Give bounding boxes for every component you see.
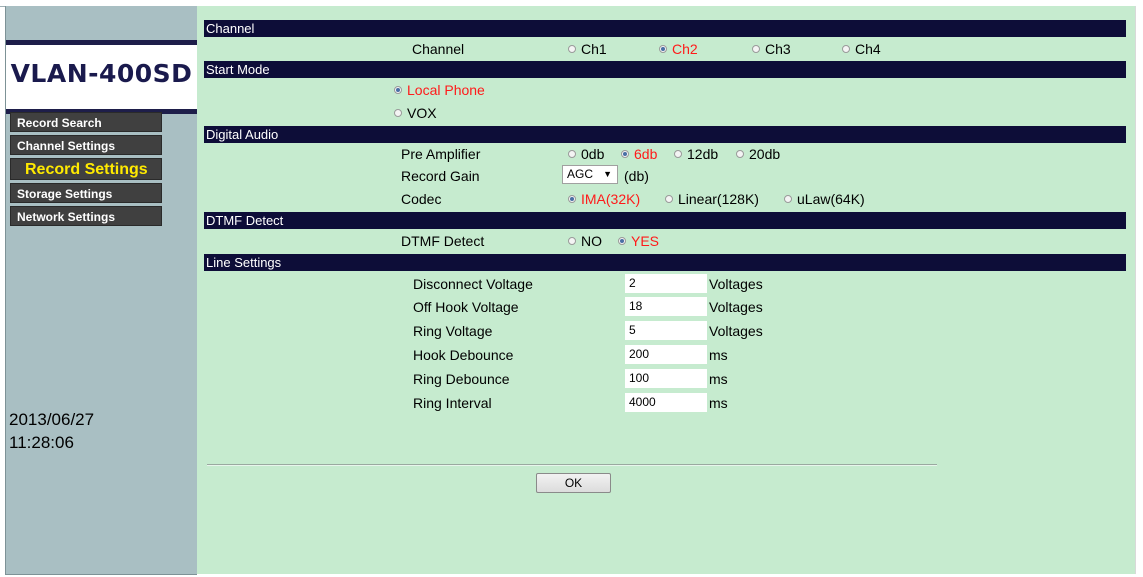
radio-20db[interactable]: 20db: [736, 146, 780, 162]
radio-icon: [568, 45, 576, 53]
radio-icon: [736, 150, 744, 158]
radio-ch1[interactable]: Ch1: [568, 41, 607, 57]
ring-debounce-unit: ms: [709, 371, 728, 387]
radio-icon: [784, 195, 792, 203]
radio-icon: [568, 237, 576, 245]
nav-network-settings[interactable]: Network Settings: [10, 206, 162, 226]
nav-record-search[interactable]: Record Search: [10, 112, 162, 132]
product-logo: VLAN-400SD: [10, 59, 193, 88]
section-digital-audio: Digital Audio: [204, 126, 1126, 143]
radio-0db[interactable]: 0db: [568, 146, 604, 162]
radio-12db[interactable]: 12db: [674, 146, 718, 162]
nav-storage-settings[interactable]: Storage Settings: [10, 183, 162, 203]
off-hook-voltage-unit: Voltages: [709, 299, 763, 315]
radio-icon: [842, 45, 850, 53]
record-gain-unit: (db): [624, 168, 649, 184]
record-gain-label: Record Gain: [401, 168, 480, 184]
settings-panel: Channel Channel Ch1 Ch2 Ch3 Ch4 Start Mo…: [197, 6, 1135, 574]
disconnect-voltage-input[interactable]: [625, 274, 707, 293]
ring-voltage-input[interactable]: [625, 321, 707, 340]
disconnect-voltage-unit: Voltages: [709, 276, 763, 292]
dtmf-detect-label: DTMF Detect: [401, 233, 485, 249]
ok-button[interactable]: OK: [536, 473, 611, 493]
radio-ch3[interactable]: Ch3: [752, 41, 791, 57]
section-start-mode: Start Mode: [204, 61, 1126, 78]
radio-dtmf-no[interactable]: NO: [568, 233, 602, 249]
radio-selected-icon: [621, 150, 629, 158]
nav-channel-settings[interactable]: Channel Settings: [10, 135, 162, 155]
radio-ima[interactable]: IMA(32K): [568, 191, 640, 207]
radio-icon: [394, 109, 402, 117]
codec-label: Codec: [401, 191, 442, 207]
radio-dtmf-yes[interactable]: YES: [618, 233, 659, 249]
dropdown-arrow-icon: ▼: [603, 169, 612, 179]
radio-selected-icon: [394, 86, 402, 94]
hook-debounce-label: Hook Debounce: [413, 347, 514, 363]
radio-selected-icon: [618, 237, 626, 245]
ring-debounce-input[interactable]: [625, 369, 707, 388]
clock: 2013/06/27 11:28:06: [9, 408, 94, 454]
sidebar: VLAN-400SD Record Search Channel Setting…: [5, 6, 197, 575]
clock-date: 2013/06/27: [9, 410, 95, 429]
radio-ch4[interactable]: Ch4: [842, 41, 881, 57]
nav-record-settings[interactable]: Record Settings: [10, 158, 162, 180]
hook-debounce-input[interactable]: [625, 345, 707, 364]
section-dtmf-detect: DTMF Detect: [204, 212, 1126, 229]
ring-debounce-label: Ring Debounce: [413, 371, 510, 387]
radio-local-phone[interactable]: Local Phone: [394, 82, 485, 98]
off-hook-voltage-input[interactable]: [625, 297, 707, 316]
radio-6db[interactable]: 6db: [621, 146, 657, 162]
section-channel: Channel: [204, 20, 1126, 37]
scrollbar-track[interactable]: [1135, 6, 1143, 574]
nav-menu: Record Search Channel Settings Record Se…: [10, 112, 162, 229]
pre-amplifier-label: Pre Amplifier: [401, 146, 481, 162]
disconnect-voltage-label: Disconnect Voltage: [413, 276, 533, 292]
radio-icon: [568, 150, 576, 158]
radio-icon: [752, 45, 760, 53]
ring-voltage-label: Ring Voltage: [413, 323, 493, 339]
ring-interval-input[interactable]: [625, 393, 707, 412]
ring-interval-label: Ring Interval: [413, 395, 492, 411]
ring-voltage-unit: Voltages: [709, 323, 763, 339]
radio-vox[interactable]: VOX: [394, 105, 437, 121]
section-line-settings: Line Settings: [204, 254, 1126, 271]
radio-ulaw[interactable]: uLaw(64K): [784, 191, 865, 207]
radio-icon: [665, 195, 673, 203]
radio-selected-icon: [568, 195, 576, 203]
radio-icon: [674, 150, 682, 158]
hook-debounce-unit: ms: [709, 347, 728, 363]
record-gain-select[interactable]: AGC ▼: [562, 165, 618, 184]
off-hook-voltage-label: Off Hook Voltage: [413, 299, 519, 315]
radio-ch2[interactable]: Ch2: [659, 41, 698, 57]
ring-interval-unit: ms: [709, 395, 728, 411]
radio-selected-icon: [659, 45, 667, 53]
divider: [207, 464, 937, 466]
logo-banner: VLAN-400SD: [6, 40, 197, 114]
channel-label: Channel: [412, 41, 465, 57]
radio-linear[interactable]: Linear(128K): [665, 191, 759, 207]
clock-time: 11:28:06: [9, 433, 74, 452]
